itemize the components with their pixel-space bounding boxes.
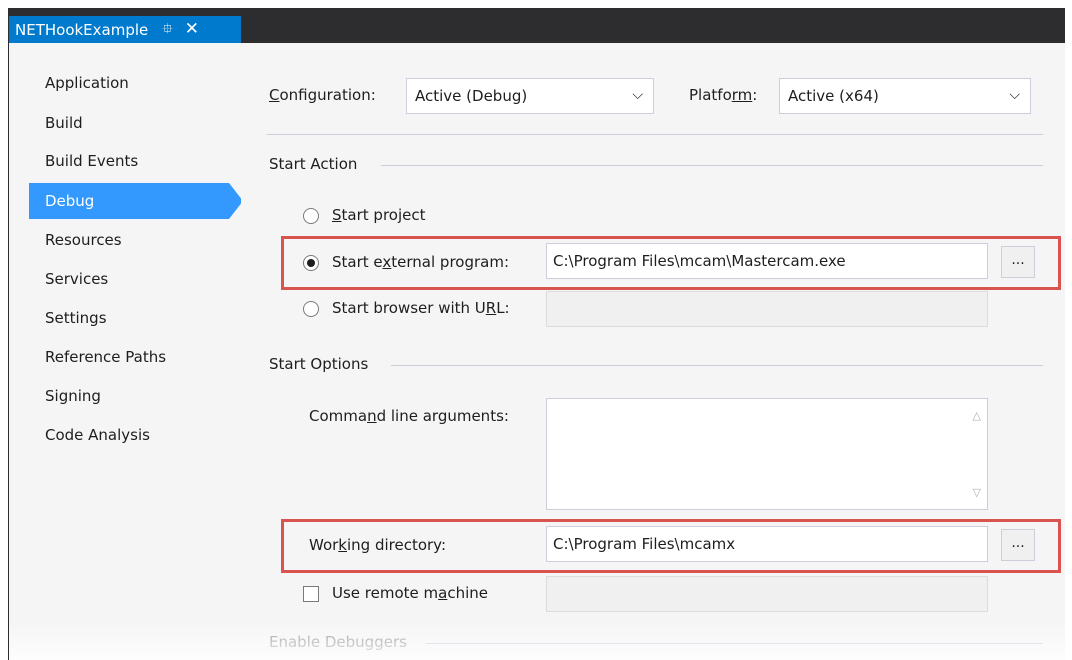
use-remote-machine-label[interactable]: Use remote machine — [332, 584, 488, 602]
start-project-radio[interactable] — [303, 208, 319, 224]
working-directory-value: C:\Program Files\mcamx — [553, 535, 736, 553]
sidebar-item-label: Services — [45, 270, 109, 288]
platform-dropdown[interactable]: Active (x64) ⌵ — [779, 78, 1031, 114]
platform-value: Active (x64) — [788, 87, 879, 105]
pin-icon[interactable]: ⯐ — [162, 18, 173, 42]
sidebar-item-label: Code Analysis — [45, 426, 150, 444]
sidebar-item-label: Debug — [45, 192, 95, 210]
command-line-arguments-label: Command line arguments: — [309, 407, 509, 425]
start-action-heading: Start Action — [269, 155, 358, 173]
sidebar-item-label: Resources — [45, 231, 122, 249]
sidebar-item-label: Build — [45, 114, 83, 132]
start-project-label[interactable]: Start project — [332, 206, 425, 224]
sidebar-item-label: Application — [45, 74, 129, 92]
scroll-up-icon[interactable]: △ — [973, 409, 981, 422]
configuration-dropdown[interactable]: Active (Debug) ⌵ — [406, 78, 654, 114]
external-program-path-value: C:\Program Files\mcam\Mastercam.exe — [553, 252, 846, 270]
document-tab-bar: NETHookExample ⯐ ✕ — [9, 8, 1065, 43]
debug-settings-panel: Configuration: Active (Debug) ⌵ Platform… — [241, 43, 1065, 660]
enable-debuggers-divider — [426, 643, 1043, 644]
sidebar-item-resources[interactable]: Resources — [29, 222, 241, 258]
document-tab-netHookExample[interactable]: NETHookExample ⯐ ✕ — [9, 16, 241, 43]
start-external-program-label[interactable]: Start external program: — [332, 253, 509, 271]
sidebar-item-application[interactable]: Application — [29, 65, 241, 101]
sidebar-item-label: Build Events — [45, 152, 139, 170]
chevron-down-icon: ⌵ — [632, 87, 643, 103]
sidebar-item-label: Signing — [45, 387, 101, 405]
start-browser-url-radio[interactable] — [303, 301, 319, 317]
sidebar-item-build-events[interactable]: Build Events — [29, 143, 241, 179]
platform-label: Platform: — [689, 86, 758, 104]
sidebar-item-reference-paths[interactable]: Reference Paths — [29, 339, 241, 375]
start-options-heading: Start Options — [269, 355, 369, 373]
start-action-divider — [381, 165, 1043, 166]
external-program-path-input[interactable]: C:\Program Files\mcam\Mastercam.exe — [546, 243, 988, 279]
use-remote-machine-checkbox[interactable] — [303, 586, 319, 602]
scroll-down-icon[interactable]: ▽ — [973, 486, 981, 499]
start-options-divider — [391, 365, 1043, 366]
configuration-label: Configuration: — [269, 86, 376, 104]
sidebar-item-settings[interactable]: Settings — [29, 300, 241, 336]
project-properties-window: NETHookExample ⯐ ✕ Application Build Bui… — [8, 8, 1065, 660]
properties-sidebar: Application Build Build Events Debug Res… — [9, 43, 243, 660]
sidebar-item-code-analysis[interactable]: Code Analysis — [29, 417, 241, 453]
enable-debuggers-heading: Enable Debuggers — [269, 633, 407, 651]
tab-title: NETHookExample — [15, 20, 149, 39]
sidebar-item-debug[interactable]: Debug — [29, 183, 229, 219]
working-directory-browse-button[interactable]: ... — [1001, 529, 1035, 561]
configuration-value: Active (Debug) — [415, 87, 528, 105]
divider — [267, 134, 1043, 135]
close-icon[interactable]: ✕ — [185, 21, 199, 38]
working-directory-label: Working directory: — [309, 536, 447, 554]
remote-machine-input[interactable] — [546, 576, 988, 612]
sidebar-item-label: Settings — [45, 309, 107, 327]
sidebar-item-label: Reference Paths — [45, 348, 167, 366]
working-directory-input[interactable]: C:\Program Files\mcamx — [546, 526, 988, 562]
start-external-program-radio[interactable] — [303, 255, 319, 271]
browser-url-input[interactable] — [546, 291, 988, 327]
start-browser-url-label[interactable]: Start browser with URL: — [332, 299, 510, 317]
command-line-arguments-textarea[interactable]: △ ▽ — [546, 398, 988, 510]
sidebar-item-build[interactable]: Build — [29, 105, 241, 141]
external-program-browse-button[interactable]: ... — [1001, 246, 1035, 278]
sidebar-item-signing[interactable]: Signing — [29, 378, 241, 414]
chevron-down-icon: ⌵ — [1009, 87, 1020, 103]
sidebar-item-services[interactable]: Services — [29, 261, 241, 297]
